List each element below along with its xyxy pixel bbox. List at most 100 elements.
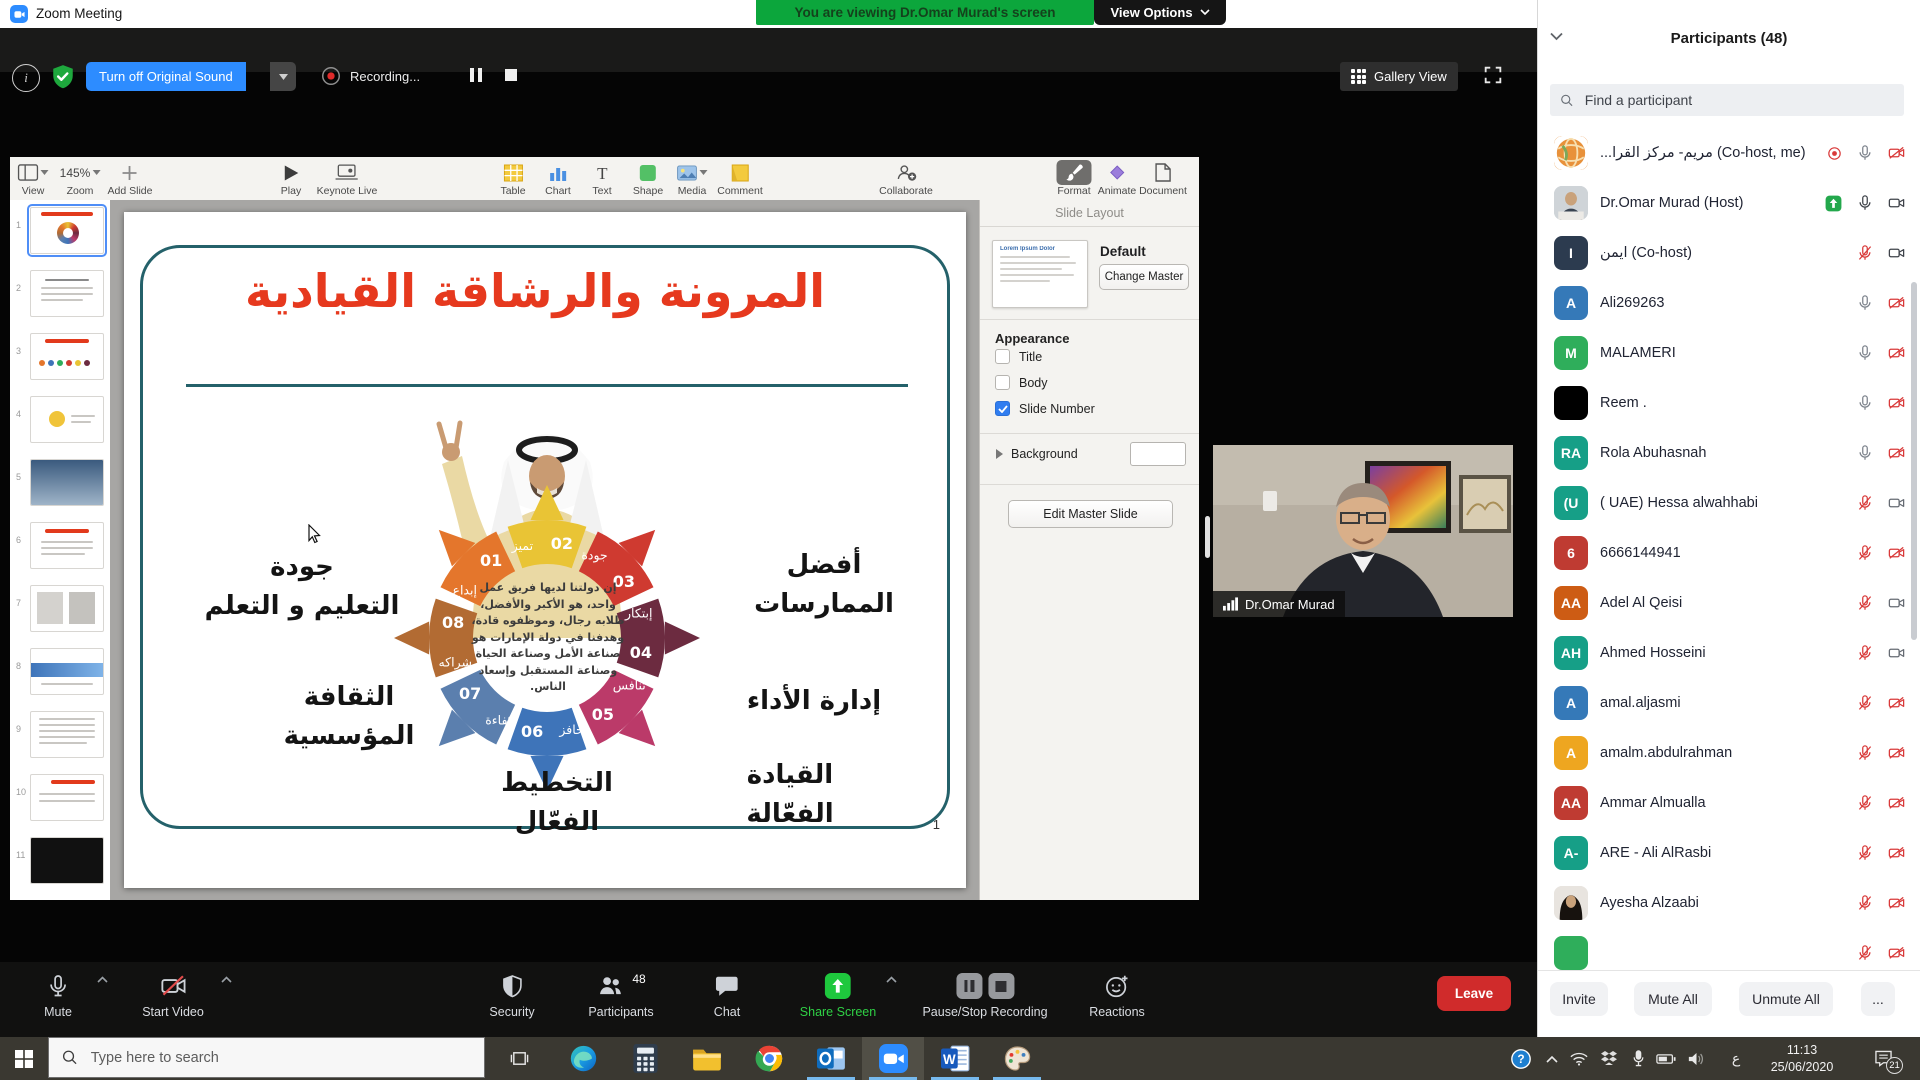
chevron-up-icon[interactable] (97, 976, 108, 983)
participant-row[interactable]: (U ( UAE) Hessa alwahhabi (1538, 478, 1920, 528)
appearance-option-row[interactable]: Title (995, 349, 1042, 364)
participant-row[interactable]: AA Adel Al Qeisi (1538, 578, 1920, 628)
language-indicator[interactable]: ع (1722, 1037, 1750, 1080)
participant-row[interactable]: AH Ahmed Hosseini (1538, 628, 1920, 678)
slide-thumbnail-7[interactable] (30, 585, 104, 632)
keynote-toolbar-shape[interactable]: Shape (633, 160, 663, 197)
stop-recording-icon[interactable] (988, 973, 1014, 999)
camera-icon[interactable] (1887, 894, 1906, 912)
chevron-up-icon[interactable] (886, 976, 897, 983)
camera-icon[interactable] (1887, 244, 1906, 262)
stop-recording-button[interactable] (503, 66, 519, 84)
camera-icon[interactable] (1887, 794, 1906, 812)
keynote-toolbar-text[interactable]: T Text (592, 160, 611, 197)
participant-row[interactable]: A amalm.abdulrahman (1538, 728, 1920, 778)
participant-row[interactable]: A amal.aljasmi (1538, 678, 1920, 728)
slide-thumbnail-1[interactable] (30, 207, 104, 254)
background-color-swatch[interactable] (1130, 442, 1186, 466)
checkbox-checked-icon[interactable] (995, 401, 1010, 416)
keynote-toolbar-collaborate[interactable]: Collaborate (879, 160, 933, 197)
fullscreen-button[interactable] (1482, 64, 1504, 86)
keynote-toolbar-animate[interactable]: Animate (1098, 160, 1137, 197)
camera-icon[interactable] (1887, 294, 1906, 312)
dropbox-icon[interactable] (1596, 1037, 1622, 1080)
slide-thumbnail-10[interactable] (30, 774, 104, 821)
camera-icon[interactable] (1887, 594, 1906, 612)
participant-row[interactable]: Dr.Omar Murad (Host) (1538, 178, 1920, 228)
control-reactions-button[interactable]: Reactions (1089, 970, 1145, 1019)
battery-icon[interactable] (1652, 1037, 1680, 1080)
mic-icon[interactable] (1856, 394, 1874, 412)
background-row[interactable]: Background (995, 447, 1078, 461)
gallery-view-button[interactable]: Gallery View (1340, 62, 1458, 91)
participants-scrollbar[interactable] (1911, 282, 1917, 640)
taskbar-app-edge[interactable] (552, 1037, 614, 1080)
mic-icon[interactable] (1856, 244, 1874, 262)
pause-recording-button[interactable] (468, 66, 484, 84)
chevron-up-icon[interactable] (221, 976, 232, 983)
master-slide-thumbnail[interactable]: Lorem Ipsum Dolor (992, 240, 1088, 308)
speaker-icon[interactable] (1682, 1037, 1710, 1080)
camera-icon[interactable] (1887, 144, 1906, 162)
participant-row[interactable]: RA Rola Abuhasnah (1538, 428, 1920, 478)
appearance-option-row[interactable]: Body (995, 375, 1048, 390)
control-mute-button[interactable]: Mute (44, 970, 72, 1019)
slide-thumbnail-3[interactable] (30, 333, 104, 380)
participant-row[interactable]: M MALAMERI (1538, 328, 1920, 378)
mic-icon[interactable] (1856, 494, 1874, 512)
taskbar-search-box[interactable] (48, 1037, 485, 1078)
participant-row[interactable]: A Ali269263 (1538, 278, 1920, 328)
keynote-toolbar-format[interactable]: Format (1057, 160, 1092, 197)
camera-icon[interactable] (1887, 644, 1906, 662)
mic-icon[interactable] (1856, 294, 1874, 312)
mic-icon[interactable] (1856, 894, 1874, 912)
more-options-button[interactable]: ... (1861, 982, 1895, 1016)
camera-icon[interactable] (1887, 944, 1906, 962)
control-share-button[interactable]: Share Screen (800, 970, 876, 1019)
original-sound-button[interactable]: Turn off Original Sound (86, 62, 246, 91)
slide-thumbnail-4[interactable] (30, 396, 104, 443)
taskbar-app-chrome[interactable] (738, 1037, 800, 1080)
camera-icon[interactable] (1887, 744, 1906, 762)
keynote-toolbar-view[interactable]: View (18, 160, 49, 197)
keynote-toolbar-table[interactable]: Table (500, 160, 525, 197)
control-participants-button[interactable]: 48 Participants (588, 970, 653, 1019)
slide-thumbnail-6[interactable] (30, 522, 104, 569)
slide-thumbnail-11[interactable] (30, 837, 104, 884)
keynote-toolbar-comment[interactable]: Comment (717, 160, 763, 197)
camera-icon[interactable] (1887, 844, 1906, 862)
checkbox-unchecked-icon[interactable] (995, 349, 1010, 364)
participant-row[interactable]: Reem . (1538, 378, 1920, 428)
invite-button[interactable]: Invite (1550, 982, 1608, 1016)
taskbar-app-zoom[interactable] (862, 1037, 924, 1080)
camera-icon[interactable] (1887, 494, 1906, 512)
speaker-video-tile[interactable]: Dr.Omar Murad (1213, 445, 1513, 617)
camera-icon[interactable] (1887, 344, 1906, 362)
mute-all-button[interactable]: Mute All (1634, 982, 1712, 1016)
mic-icon[interactable] (1856, 544, 1874, 562)
participant-row[interactable]: Ayesha Alzaabi (1538, 878, 1920, 928)
taskbar-search-input[interactable] (89, 1049, 471, 1067)
checkbox-unchecked-icon[interactable] (995, 375, 1010, 390)
tray-overflow-chevron[interactable] (1540, 1037, 1564, 1080)
keynote-toolbar-add-slide[interactable]: Add Slide (108, 160, 153, 197)
meeting-info-button[interactable]: i (12, 64, 40, 92)
camera-icon[interactable] (1887, 444, 1906, 462)
camera-icon[interactable] (1887, 194, 1906, 212)
pause-recording-icon[interactable] (956, 973, 982, 999)
participant-row[interactable] (1538, 928, 1920, 970)
keynote-toolbar-chart[interactable]: Chart (545, 160, 571, 197)
tray-mic-icon[interactable] (1626, 1037, 1650, 1080)
mic-icon[interactable] (1856, 794, 1874, 812)
control-video-button[interactable]: Start Video (142, 970, 204, 1019)
participant-search-input[interactable] (1583, 91, 1894, 109)
participant-row[interactable]: 6 6666144941 (1538, 528, 1920, 578)
taskbar-app-paint[interactable] (986, 1037, 1048, 1080)
taskbar-clock[interactable]: 11:13 25/06/2020 (1756, 1037, 1848, 1080)
camera-icon[interactable] (1887, 694, 1906, 712)
task-view-button[interactable] (495, 1037, 543, 1080)
keynote-toolbar-zoomtool[interactable]: 145% Zoom (60, 160, 101, 197)
mic-icon[interactable] (1856, 594, 1874, 612)
camera-icon[interactable] (1887, 394, 1906, 412)
keynote-toolbar-media[interactable]: Media (677, 160, 708, 197)
